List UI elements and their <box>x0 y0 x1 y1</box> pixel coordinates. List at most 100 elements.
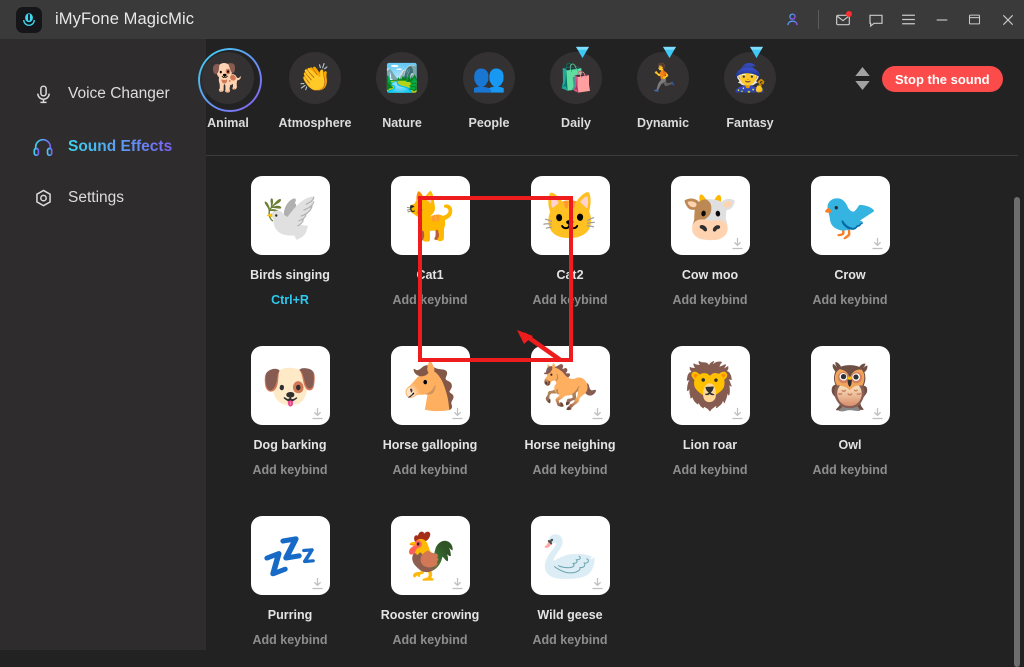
category-tab-label: Daily <box>561 116 591 130</box>
sound-card[interactable]: 🐮 Cow moo Add keybind <box>640 176 780 307</box>
category-tabs: Stop the sound 🐕 Animal 👏 Atmosphere 🏞️ Natur… <box>202 39 1024 156</box>
sound-emoji-icon: 🐓 <box>401 529 459 582</box>
download-icon[interactable] <box>730 236 745 251</box>
sound-emoji-icon: 🐴 <box>401 359 459 412</box>
download-icon[interactable] <box>870 236 885 251</box>
vip-diamond-icon <box>576 46 589 59</box>
sound-tile[interactable]: 🐓 <box>390 516 470 595</box>
category-emoji-icon: 🛍️ <box>559 62 593 93</box>
download-icon[interactable] <box>730 406 745 421</box>
sound-keybind[interactable]: Add keybind <box>360 293 500 307</box>
feedback-icon[interactable] <box>859 0 892 39</box>
sound-tile[interactable]: 🐈 <box>390 176 470 255</box>
sound-name: Dog barking <box>253 438 327 452</box>
sound-emoji-icon: 💤 <box>261 529 319 582</box>
tab-scroll-arrows[interactable] <box>851 67 873 90</box>
sound-card[interactable]: 🦢 Wild geese Add keybind <box>500 516 640 647</box>
sound-tile[interactable]: 🐶 <box>250 346 330 425</box>
category-tab-nature[interactable]: 🏞️ Nature <box>356 52 448 130</box>
sound-tile[interactable]: 🕊️ <box>250 176 330 255</box>
sound-tile[interactable]: 🐱 <box>530 176 610 255</box>
sound-name: Birds singing <box>250 268 330 282</box>
sound-tile[interactable]: 🐦 <box>810 176 890 255</box>
sidebar: Voice Changer Sound Effects Settings <box>0 39 206 650</box>
vertical-scrollbar[interactable] <box>1014 197 1020 667</box>
sound-tile[interactable]: 🐎 <box>530 346 610 425</box>
download-icon[interactable] <box>870 406 885 421</box>
sound-name: Lion roar <box>682 438 738 452</box>
sound-keybind[interactable]: Add keybind <box>500 633 640 647</box>
download-icon[interactable] <box>310 576 325 591</box>
close-icon[interactable] <box>991 0 1024 39</box>
category-tab-label: Animal <box>207 116 249 130</box>
sound-keybind[interactable]: Add keybind <box>500 463 640 477</box>
sound-tile[interactable]: 🦁 <box>670 346 750 425</box>
minimize-icon[interactable] <box>925 0 958 39</box>
sound-keybind[interactable]: Add keybind <box>220 463 360 477</box>
stop-the-sound-button[interactable]: Stop the sound <box>882 66 1003 92</box>
menu-icon[interactable] <box>892 0 925 39</box>
category-tab-daily[interactable]: 🛍️ Daily <box>530 46 622 130</box>
category-tab-animal[interactable]: 🐕 Animal <box>182 52 274 130</box>
category-tab-dynamic[interactable]: 🏃 Dynamic <box>617 46 709 130</box>
sound-card[interactable]: 🐦 Crow Add keybind <box>780 176 920 307</box>
sound-keybind[interactable]: Add keybind <box>360 633 500 647</box>
sound-tile[interactable]: 🐮 <box>670 176 750 255</box>
sound-tile[interactable]: 🐴 <box>390 346 470 425</box>
sound-card[interactable]: 🕊️ Birds singing Ctrl+R <box>220 176 360 307</box>
category-emoji-icon: 🏞️ <box>385 62 419 93</box>
sound-keybind[interactable]: Add keybind <box>780 293 920 307</box>
download-icon[interactable] <box>450 576 465 591</box>
sound-emoji-icon: 🐱 <box>541 189 599 242</box>
sound-card[interactable]: 🐱 Cat2 Add keybind <box>500 176 640 307</box>
category-emoji-icon: 👥 <box>472 62 506 93</box>
account-icon[interactable] <box>776 0 809 39</box>
sidebar-item-label: Sound Effects <box>68 138 173 155</box>
sidebar-item-sound-effects[interactable]: Sound Effects <box>0 130 206 164</box>
sound-keybind[interactable]: Add keybind <box>360 463 500 477</box>
sound-card[interactable]: 💤 Purring Add keybind <box>220 516 360 647</box>
category-icon: 🛍️ <box>550 46 602 104</box>
sound-tile[interactable]: 🦉 <box>810 346 890 425</box>
sound-card[interactable]: 🦁 Lion roar Add keybind <box>640 346 780 477</box>
microphone-icon <box>30 84 56 105</box>
category-tab-people[interactable]: 👥 People <box>443 52 535 130</box>
download-icon[interactable] <box>590 406 605 421</box>
sound-tile[interactable]: 🦢 <box>530 516 610 595</box>
title-bar: iMyFone MagicMic <box>0 0 1024 39</box>
vip-diamond-icon <box>663 46 676 59</box>
sound-emoji-icon: 🐎 <box>541 359 599 412</box>
sound-card[interactable]: 🐓 Rooster crowing Add keybind <box>360 516 500 647</box>
category-emoji-icon: 🏃 <box>646 62 680 93</box>
category-tab-label: Fantasy <box>726 116 774 130</box>
download-icon[interactable] <box>590 576 605 591</box>
sound-keybind[interactable]: Ctrl+R <box>220 293 360 307</box>
maximize-icon[interactable] <box>958 0 991 39</box>
sidebar-item-voice-changer[interactable]: Voice Changer <box>0 77 206 111</box>
sound-keybind[interactable]: Add keybind <box>640 293 780 307</box>
scroll-down-icon <box>854 81 870 90</box>
sound-card[interactable]: 🦉 Owl Add keybind <box>780 346 920 477</box>
sound-keybind[interactable]: Add keybind <box>640 463 780 477</box>
download-icon[interactable] <box>310 406 325 421</box>
gear-icon <box>30 188 56 209</box>
sound-card[interactable]: 🐴 Horse galloping Add keybind <box>360 346 500 477</box>
sound-name: Purring <box>267 608 313 622</box>
mail-icon[interactable] <box>826 0 859 39</box>
sound-name: Crow <box>834 268 866 282</box>
download-icon[interactable] <box>450 406 465 421</box>
sound-keybind[interactable]: Add keybind <box>220 633 360 647</box>
sound-emoji-icon: 🦁 <box>681 359 739 412</box>
sound-card[interactable]: 🐎 Horse neighing Add keybind <box>500 346 640 477</box>
category-tab-atmosphere[interactable]: 👏 Atmosphere <box>269 52 361 130</box>
sound-tile[interactable]: 💤 <box>250 516 330 595</box>
sound-card[interactable]: 🐶 Dog barking Add keybind <box>220 346 360 477</box>
category-tab-fantasy[interactable]: 🧙 Fantasy <box>704 46 796 130</box>
mail-badge <box>846 11 852 17</box>
sidebar-item-settings[interactable]: Settings <box>0 181 206 215</box>
category-emoji-icon: 🧙 <box>733 62 767 93</box>
sound-keybind[interactable]: Add keybind <box>780 463 920 477</box>
sound-card[interactable]: 🐈 Cat1 Add keybind <box>360 176 500 307</box>
sound-keybind[interactable]: Add keybind <box>500 293 640 307</box>
sound-emoji-icon: 🐦 <box>821 189 879 242</box>
